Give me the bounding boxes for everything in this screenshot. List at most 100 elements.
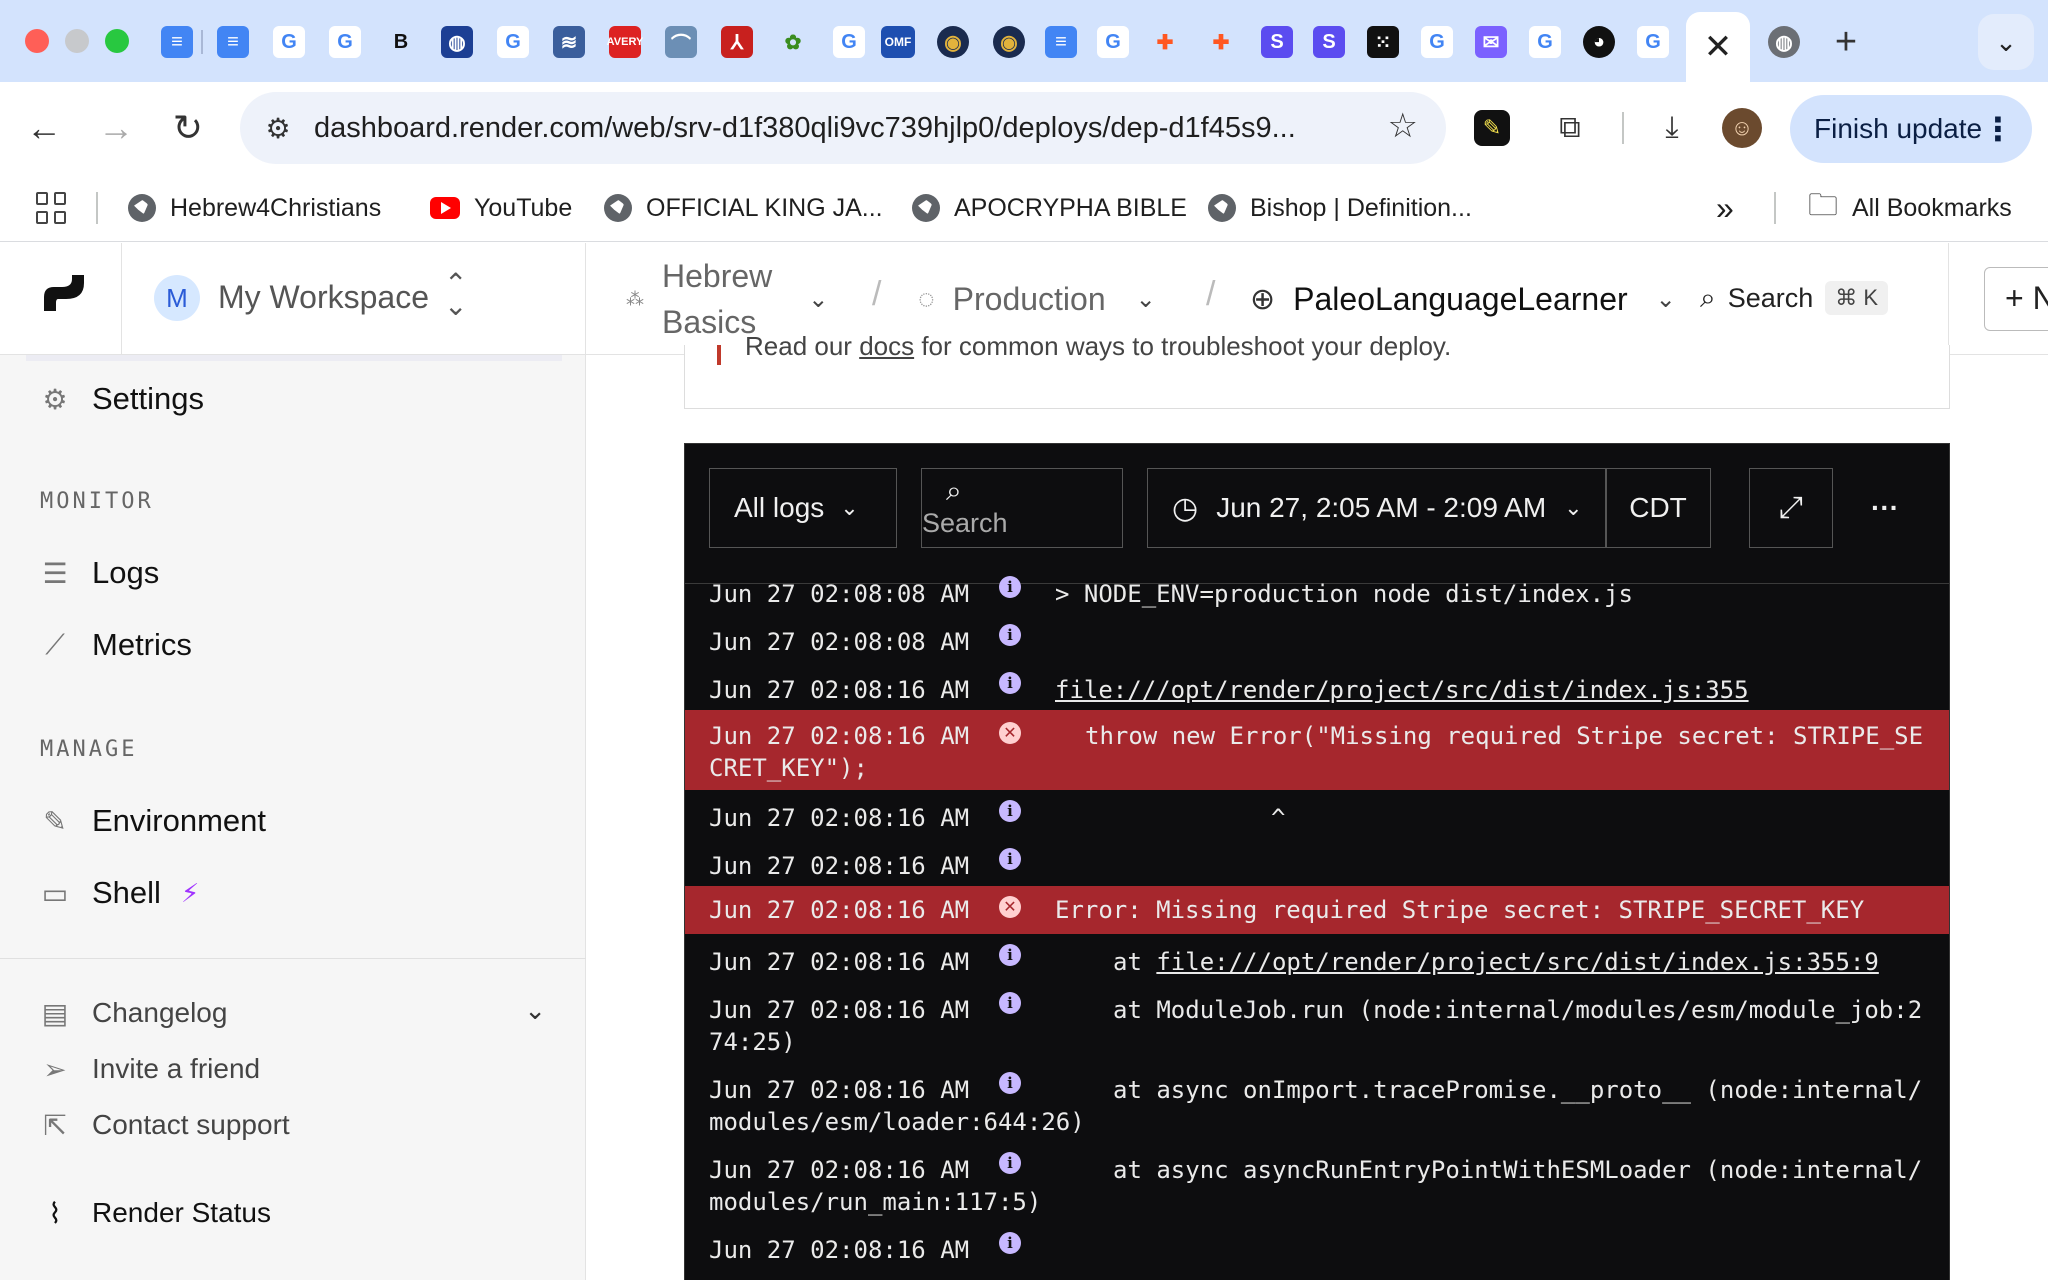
log-row[interactable]: Jun 27 02:08:08 AM i: [685, 624, 1949, 658]
workspace-switcher[interactable]: M My Workspace ⌃ ⌄: [122, 243, 586, 355]
downloads-icon[interactable]: ⤓: [1648, 104, 1696, 152]
log-file-link[interactable]: file:///opt/render/project/src/dist/inde…: [1055, 674, 1925, 706]
tab-s-icon[interactable]: S: [1261, 26, 1293, 58]
sidebar-item-render-status[interactable]: ⌇ Render Status: [40, 1197, 271, 1229]
timezone-selector[interactable]: CDT: [1605, 468, 1711, 548]
tab-orange-icon[interactable]: ✚: [1205, 26, 1237, 58]
close-icon[interactable]: ✕: [1704, 27, 1733, 67]
tab-google-icon[interactable]: G: [1529, 26, 1561, 58]
close-window-button[interactable]: [25, 29, 49, 53]
tab-docs-icon[interactable]: ≡: [217, 26, 249, 58]
tab-docs-icon[interactable]: ≡: [161, 26, 193, 58]
sidebar-item-invite[interactable]: ➢ Invite a friend: [40, 1053, 260, 1085]
log-row[interactable]: Jun 27 02:08:16 AM i at file:///opt/rend…: [685, 944, 1949, 978]
tab-bold-b-icon[interactable]: B: [385, 26, 417, 58]
sidebar-item-support[interactable]: ⇱ Contact support: [40, 1109, 290, 1141]
extension-pen-icon[interactable]: ✎: [1474, 110, 1510, 146]
forward-arrow-icon[interactable]: →: [90, 102, 142, 154]
expand-icon[interactable]: ⤢: [1749, 468, 1833, 548]
finish-update-button[interactable]: Finish update ⋮: [1790, 95, 2032, 163]
log-row[interactable]: Jun 27 02:08:08 AM i > NODE_ENV=producti…: [685, 576, 1949, 610]
tab-globe-icon[interactable]: ◍: [1768, 26, 1800, 58]
docs-link[interactable]: docs: [859, 331, 914, 361]
project-name-line1: Hebrew: [662, 258, 773, 294]
tab-gecko-icon[interactable]: ✿: [777, 26, 809, 58]
render-logo[interactable]: [0, 243, 122, 355]
all-bookmarks-button[interactable]: 🗀 All Bookmarks: [1808, 189, 2012, 224]
log-row[interactable]: Jun 27 02:08:16 AM i at ModuleJob.run (n…: [685, 992, 1949, 1058]
more-options-button[interactable]: ···: [1845, 468, 1925, 548]
log-row[interactable]: Jun 27 02:08:16 AM i ^: [685, 800, 1949, 834]
external-link-icon: ⇱: [43, 1109, 67, 1141]
sidebar-item-settings[interactable]: ⚙ Settings: [40, 381, 204, 417]
tab-orange-icon[interactable]: ✚: [1149, 26, 1181, 58]
new-button[interactable]: + N: [1984, 267, 2048, 331]
apps-grid-icon[interactable]: [36, 192, 68, 224]
profile-avatar[interactable]: ☺: [1722, 108, 1762, 148]
more-bookmarks-button[interactable]: »: [1716, 190, 1734, 226]
log-filter-dropdown[interactable]: All logs ⌄: [709, 468, 897, 548]
chevron-down-icon[interactable]: ⌄: [1656, 285, 1676, 314]
bookmark-king-james[interactable]: OFFICIAL KING JA...: [604, 192, 883, 224]
minimize-window-button[interactable]: [65, 29, 89, 53]
tab-pdf-icon[interactable]: ⅄: [721, 26, 753, 58]
bookmark-bishop[interactable]: Bishop | Definition...: [1208, 192, 1472, 224]
tab-google-icon[interactable]: G: [1421, 26, 1453, 58]
tab-omf-icon[interactable]: OMF: [881, 26, 915, 58]
tab-search-button[interactable]: ⌄: [1978, 14, 2034, 70]
sidebar-item-label: Contact support: [92, 1109, 290, 1140]
tab-google-icon[interactable]: G: [497, 26, 529, 58]
log-search-input[interactable]: ⌕ Search: [921, 468, 1123, 548]
chevron-up-down-icon[interactable]: ⌃ ⌄: [444, 270, 467, 320]
url-text[interactable]: dashboard.render.com/web/srv-d1f380qli9v…: [314, 112, 1296, 145]
chevron-down-icon[interactable]: ⌄: [1136, 285, 1156, 314]
tab-github-icon[interactable]: ◕: [1583, 26, 1615, 58]
more-vert-icon[interactable]: ⋮: [1982, 95, 2014, 163]
log-row-error[interactable]: Jun 27 02:08:16 AM ✕ throw new Error("Mi…: [685, 710, 1949, 790]
new-tab-button[interactable]: +: [1826, 22, 1866, 62]
sidebar-item-metrics[interactable]: ⟋ Metrics: [40, 627, 192, 663]
tab-seal-icon[interactable]: ◉: [993, 26, 1025, 58]
log-file-link[interactable]: file:///opt/render/project/src/dist/inde…: [1156, 948, 1878, 976]
address-bar[interactable]: ⚙ dashboard.render.com/web/srv-d1f380qli…: [240, 92, 1446, 164]
log-row[interactable]: Jun 27 02:08:16 AM i at async onImport.t…: [685, 1072, 1949, 1138]
back-arrow-icon[interactable]: ←: [18, 102, 70, 154]
tab-google-icon[interactable]: G: [833, 26, 865, 58]
search-icon: ⌕: [946, 475, 962, 506]
bookmark-star-icon[interactable]: ☆: [1388, 106, 1418, 146]
tab-seal-icon[interactable]: ◉: [937, 26, 969, 58]
reload-icon[interactable]: ↻: [162, 102, 214, 154]
tab-google-icon[interactable]: G: [1097, 26, 1129, 58]
log-row[interactable]: Jun 27 02:08:16 AM i: [685, 848, 1949, 882]
header-search-button[interactable]: ⌕ Search ⌘ K: [1700, 281, 1889, 315]
tab-docs-icon[interactable]: ≡: [1045, 26, 1077, 58]
log-row[interactable]: Jun 27 02:08:16 AM i file:///opt/render/…: [685, 672, 1949, 706]
maximize-window-button[interactable]: [105, 29, 129, 53]
tab-tool-icon[interactable]: ⌒: [665, 26, 697, 58]
site-settings-icon[interactable]: ⚙: [258, 108, 298, 148]
bookmark-apocrypha[interactable]: APOCRYPHA BIBLE: [912, 192, 1187, 224]
chevron-down-icon[interactable]: ⌄: [808, 285, 828, 314]
tab-google-icon[interactable]: G: [1637, 26, 1669, 58]
tab-google-icon[interactable]: G: [329, 26, 361, 58]
tab-document-icon[interactable]: ≋: [553, 26, 585, 58]
tab-s-icon[interactable]: S: [1313, 26, 1345, 58]
sidebar-item-logs[interactable]: ☰ Logs: [40, 555, 159, 591]
chevron-down-icon[interactable]: ⌄: [524, 995, 546, 1026]
tab-globe-icon[interactable]: ◍: [441, 26, 473, 58]
log-row[interactable]: Jun 27 02:08:16 AM i: [685, 1232, 1949, 1266]
active-tab-close-button[interactable]: ✕: [1686, 12, 1750, 82]
extensions-puzzle-icon[interactable]: ⧉: [1546, 104, 1594, 152]
bookmark-hebrew4christians[interactable]: Hebrew4Christians: [128, 192, 381, 224]
log-row-error[interactable]: Jun 27 02:08:16 AM ✕ Error: Missing requ…: [685, 886, 1949, 934]
sidebar-item-environment[interactable]: ✎ Environment: [40, 803, 266, 839]
sidebar-item-changelog[interactable]: ▤ Changelog ⌄: [40, 995, 546, 1029]
tab-dice-icon[interactable]: ⁙: [1367, 26, 1399, 58]
time-range-picker[interactable]: ◷ Jun 27, 2:05 AM - 2:09 AM ⌄: [1147, 468, 1607, 548]
tab-mail-icon[interactable]: ✉: [1475, 26, 1507, 58]
tab-google-icon[interactable]: G: [273, 26, 305, 58]
bookmark-youtube[interactable]: YouTube: [430, 192, 572, 224]
tab-avery-icon[interactable]: AVERY: [607, 26, 643, 58]
sidebar-item-shell[interactable]: ▭ Shell ⚡: [40, 875, 199, 911]
log-row[interactable]: Jun 27 02:08:16 AM i at async asyncRunEn…: [685, 1152, 1949, 1218]
